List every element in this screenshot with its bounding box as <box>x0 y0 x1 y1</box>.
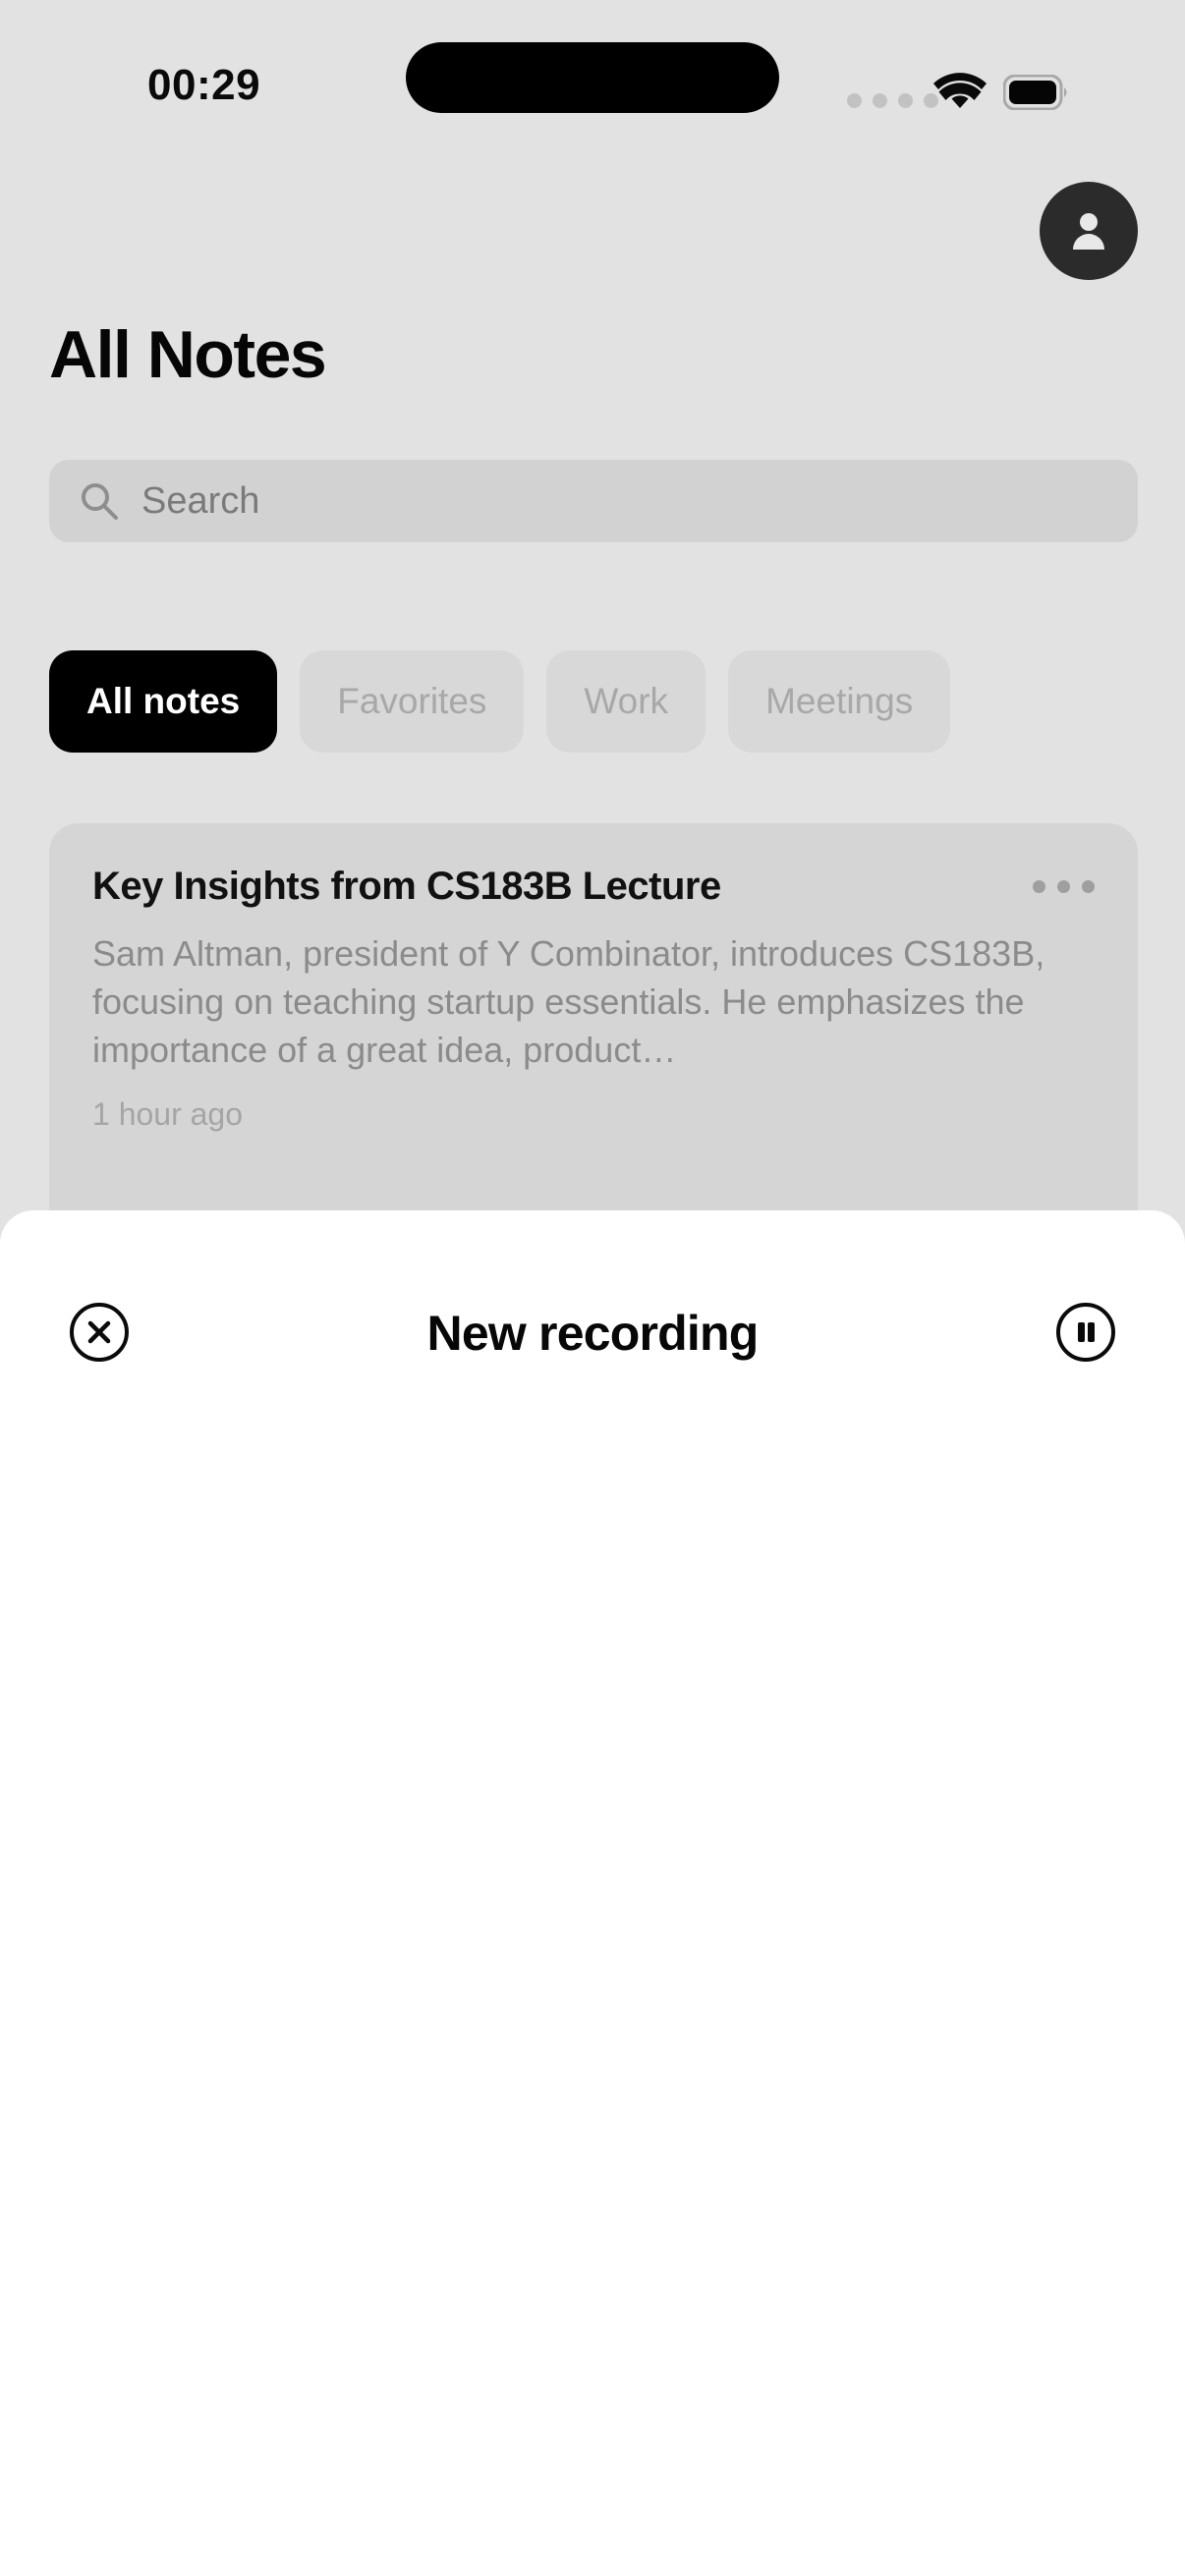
search-input[interactable]: Search <box>49 460 1138 542</box>
more-options-icon[interactable] <box>1033 865 1095 893</box>
avatar[interactable] <box>1040 182 1138 280</box>
filter-chip-label: Work <box>584 681 669 721</box>
filter-chip-row: All notes Favorites Work Meetings <box>49 650 951 753</box>
page-title: All Notes <box>49 317 327 392</box>
search-placeholder: Search <box>141 479 260 522</box>
battery-icon <box>1002 74 1070 115</box>
filter-chip-meetings[interactable]: Meetings <box>728 650 951 753</box>
pause-circle-icon[interactable] <box>1055 1302 1116 1368</box>
phone-screen: 00:29 All Notes Search All notes Favorit… <box>0 0 1185 2576</box>
note-timestamp: 1 hour ago <box>92 1095 244 1132</box>
note-card[interactable]: Key Insights from CS183B Lecture Sam Alt… <box>49 823 1138 1236</box>
filter-chip-label: Favorites <box>337 681 487 721</box>
note-preview-text: Sam Altman, president of Y Combinator, i… <box>92 933 1045 1070</box>
recording-sheet-header: New recording <box>0 1210 1185 1397</box>
recording-sheet-title: New recording <box>426 1306 760 1361</box>
filter-chip-favorites[interactable]: Favorites <box>300 650 525 753</box>
search-icon <box>82 483 118 520</box>
note-title: Key Insights from CS183B Lecture <box>92 865 721 908</box>
dynamic-island <box>406 42 779 113</box>
filter-chip-label: All notes <box>86 681 241 721</box>
filter-chip-label: Meetings <box>765 681 914 721</box>
recording-sheet: New recording 00:03.0 <box>0 1210 1185 2576</box>
note-card-header: Key Insights from CS183B Lecture <box>92 865 1095 909</box>
status-bar: 00:29 <box>0 0 1185 157</box>
wifi-icon <box>933 71 987 117</box>
filter-chip-work[interactable]: Work <box>546 650 706 753</box>
signal-dots-icon <box>847 93 938 108</box>
filter-chip-all-notes[interactable]: All notes <box>49 650 278 753</box>
person-avatar-icon <box>1073 213 1104 250</box>
status-bar-time: 00:29 <box>147 61 261 109</box>
